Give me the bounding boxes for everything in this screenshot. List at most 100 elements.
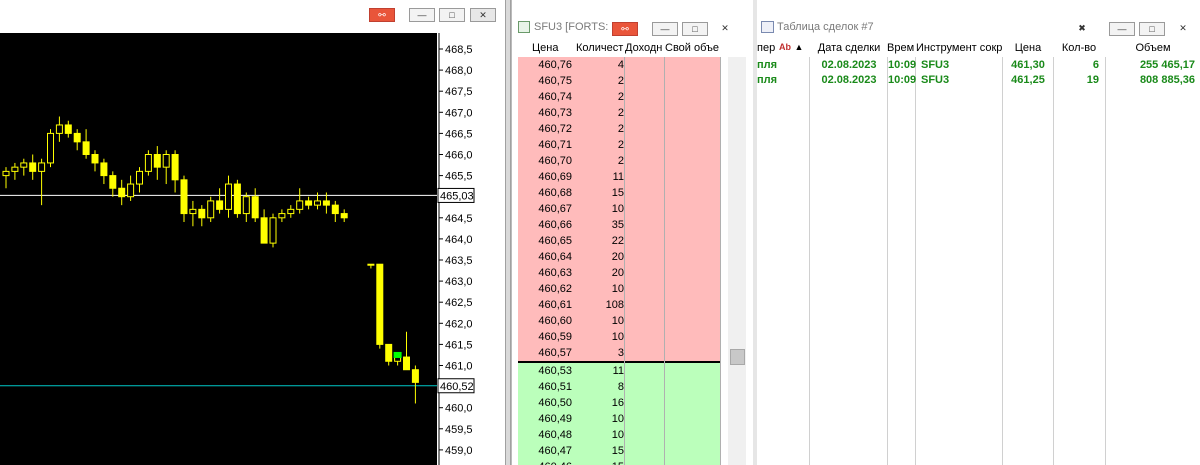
trade-op: пля — [757, 59, 778, 71]
ask-row[interactable]: 460,67 10 — [518, 201, 720, 217]
ask-row[interactable]: 460,72 2 — [518, 121, 720, 137]
ask-row[interactable]: 460,63 20 — [518, 265, 720, 281]
link-icon[interactable]: ⚯ — [369, 8, 395, 22]
trade-price: 461,25 — [1011, 74, 1045, 86]
trades-header: пер Ab ▲ Дата сделки Врем Инструмент сок… — [757, 41, 1200, 57]
ask-row[interactable]: 460,66 35 — [518, 217, 720, 233]
row-price: 460,67 — [538, 203, 572, 215]
col-operation[interactable]: пер — [757, 42, 779, 54]
row-qty: 2 — [617, 123, 624, 135]
ask-row[interactable]: 460,76 4 — [518, 57, 720, 73]
ask-row[interactable]: 460,57 3 — [518, 345, 720, 361]
bid-price-tag: 460,52 — [440, 381, 474, 393]
ask-row[interactable]: 460,64 20 — [518, 249, 720, 265]
candle-body — [216, 200, 224, 210]
link-icon[interactable]: ⚯ — [612, 22, 638, 36]
bid-row[interactable]: 460,47 15 — [518, 443, 720, 459]
col-price[interactable]: Цена — [1003, 42, 1053, 54]
candle-body — [11, 166, 19, 172]
maximize-button[interactable]: □ — [1139, 22, 1165, 36]
candle-body — [331, 204, 339, 215]
col-divider — [1002, 57, 1003, 465]
ask-row[interactable]: 460,68 15 — [518, 185, 720, 201]
ask-row[interactable]: 460,74 2 — [518, 89, 720, 105]
bid-row[interactable]: 460,53 11 — [518, 363, 720, 379]
candle-body — [403, 356, 410, 371]
ask-row[interactable]: 460,61 108 — [518, 297, 720, 313]
trade-row[interactable]: пля 02.08.2023 10:09 SFU3 461,30 6 255 465,17 — [757, 58, 1200, 73]
close-button[interactable]: ✕ — [712, 22, 738, 36]
candle-body — [29, 162, 37, 172]
scroll-thumb[interactable] — [730, 349, 745, 365]
ask-row[interactable]: 460,70 2 — [518, 153, 720, 169]
bid-row[interactable]: 460,50 16 — [518, 395, 720, 411]
row-price: 460,57 — [538, 347, 572, 359]
maximize-button[interactable]: □ — [439, 8, 465, 22]
col-divider — [1105, 57, 1106, 465]
row-price: 460,63 — [538, 267, 572, 279]
candle-body — [136, 170, 143, 185]
col-divider — [624, 57, 625, 465]
col-instrument[interactable]: Инструмент сокр — [916, 42, 1002, 54]
row-qty: 8 — [617, 381, 624, 393]
row-price: 460,60 — [538, 315, 572, 327]
minimize-button[interactable]: — — [652, 22, 678, 36]
trade-instrument: SFU3 — [921, 59, 950, 71]
candle-body — [64, 124, 72, 134]
bid-row[interactable]: 460,49 10 — [518, 411, 720, 427]
minimize-button[interactable]: — — [409, 8, 435, 22]
ask-row[interactable]: 460,75 2 — [518, 73, 720, 89]
trade-volume: 255 465,17 — [1139, 59, 1195, 71]
row-price: 460,75 — [538, 75, 572, 87]
col-yield[interactable]: Доходн — [625, 42, 663, 54]
bid-row[interactable]: 460,48 10 — [518, 427, 720, 443]
col-price[interactable]: Цена — [532, 42, 572, 54]
col-qty[interactable]: Количеств — [576, 42, 624, 54]
close-button[interactable]: ✕ — [470, 8, 496, 22]
ask-row[interactable]: 460,60 10 — [518, 313, 720, 329]
trade-qty: 19 — [1086, 74, 1099, 86]
col-qty[interactable]: Кол-во — [1053, 42, 1105, 54]
ask-row[interactable]: 460,69 11 — [518, 169, 720, 185]
candle-body — [109, 175, 117, 189]
ask-row[interactable]: 460,62 10 — [518, 281, 720, 297]
sort-asc-icon[interactable]: ▲ — [793, 42, 805, 52]
axis-tick-label: 461,5 — [445, 339, 473, 351]
ask-row[interactable]: 460,73 2 — [518, 105, 720, 121]
minimize-button[interactable]: — — [1109, 22, 1135, 36]
ask-row[interactable]: 460,59 10 — [518, 329, 720, 345]
axis-tick-label: 464,5 — [445, 213, 473, 225]
orderbook-titlebar: SFU3 [FORTS: ( ⚯ — □ ✕ — [512, 16, 753, 40]
candle-body — [242, 196, 250, 215]
candle-body — [127, 183, 135, 198]
axis-tick-label: 462,5 — [445, 297, 473, 309]
ask-row[interactable]: 460,65 22 — [518, 233, 720, 249]
sort-filter-icon[interactable]: Ab — [779, 42, 791, 52]
orderbook-scrollbar[interactable] — [728, 57, 746, 465]
row-qty: 10 — [611, 331, 624, 343]
ask-row[interactable]: 460,71 2 — [518, 137, 720, 153]
maximize-button[interactable]: □ — [682, 22, 708, 36]
bid-row[interactable]: 460,51 8 — [518, 379, 720, 395]
axis-tick-label: 459,0 — [445, 445, 473, 457]
trade-time: 10:09 — [888, 59, 916, 71]
row-price: 460,73 — [538, 107, 572, 119]
candle-body — [2, 170, 10, 177]
axis-tick-label: 468,0 — [445, 65, 473, 77]
price-axis: 468,5 468,0 467,5 467,0 466,5 466,0 465,5 465,0… — [437, 33, 505, 465]
candle-body — [287, 208, 295, 215]
col-time[interactable]: Врем — [887, 42, 915, 54]
price-chart[interactable] — [0, 33, 437, 465]
row-price: 460,51 — [538, 381, 572, 393]
col-own-volume[interactable]: Свой объе — [665, 42, 721, 54]
axis-tick-label: 460,0 — [445, 403, 473, 415]
close-button[interactable]: ✕ — [1170, 22, 1196, 36]
trade-row[interactable]: пля 02.08.2023 10:09 SFU3 461,25 19 808 885,36 — [757, 73, 1200, 88]
col-volume[interactable]: Объем — [1106, 42, 1200, 54]
bid-row[interactable]: 460,4615 — [518, 459, 720, 465]
col-date[interactable]: Дата сделки — [811, 42, 887, 54]
chart-titlebar: ⚯ — □ ✕ — [0, 0, 505, 30]
link-broken-icon[interactable]: ✖ — [1069, 22, 1095, 36]
axis-tick-label: 465,5 — [445, 171, 473, 183]
candle-body — [153, 154, 161, 168]
